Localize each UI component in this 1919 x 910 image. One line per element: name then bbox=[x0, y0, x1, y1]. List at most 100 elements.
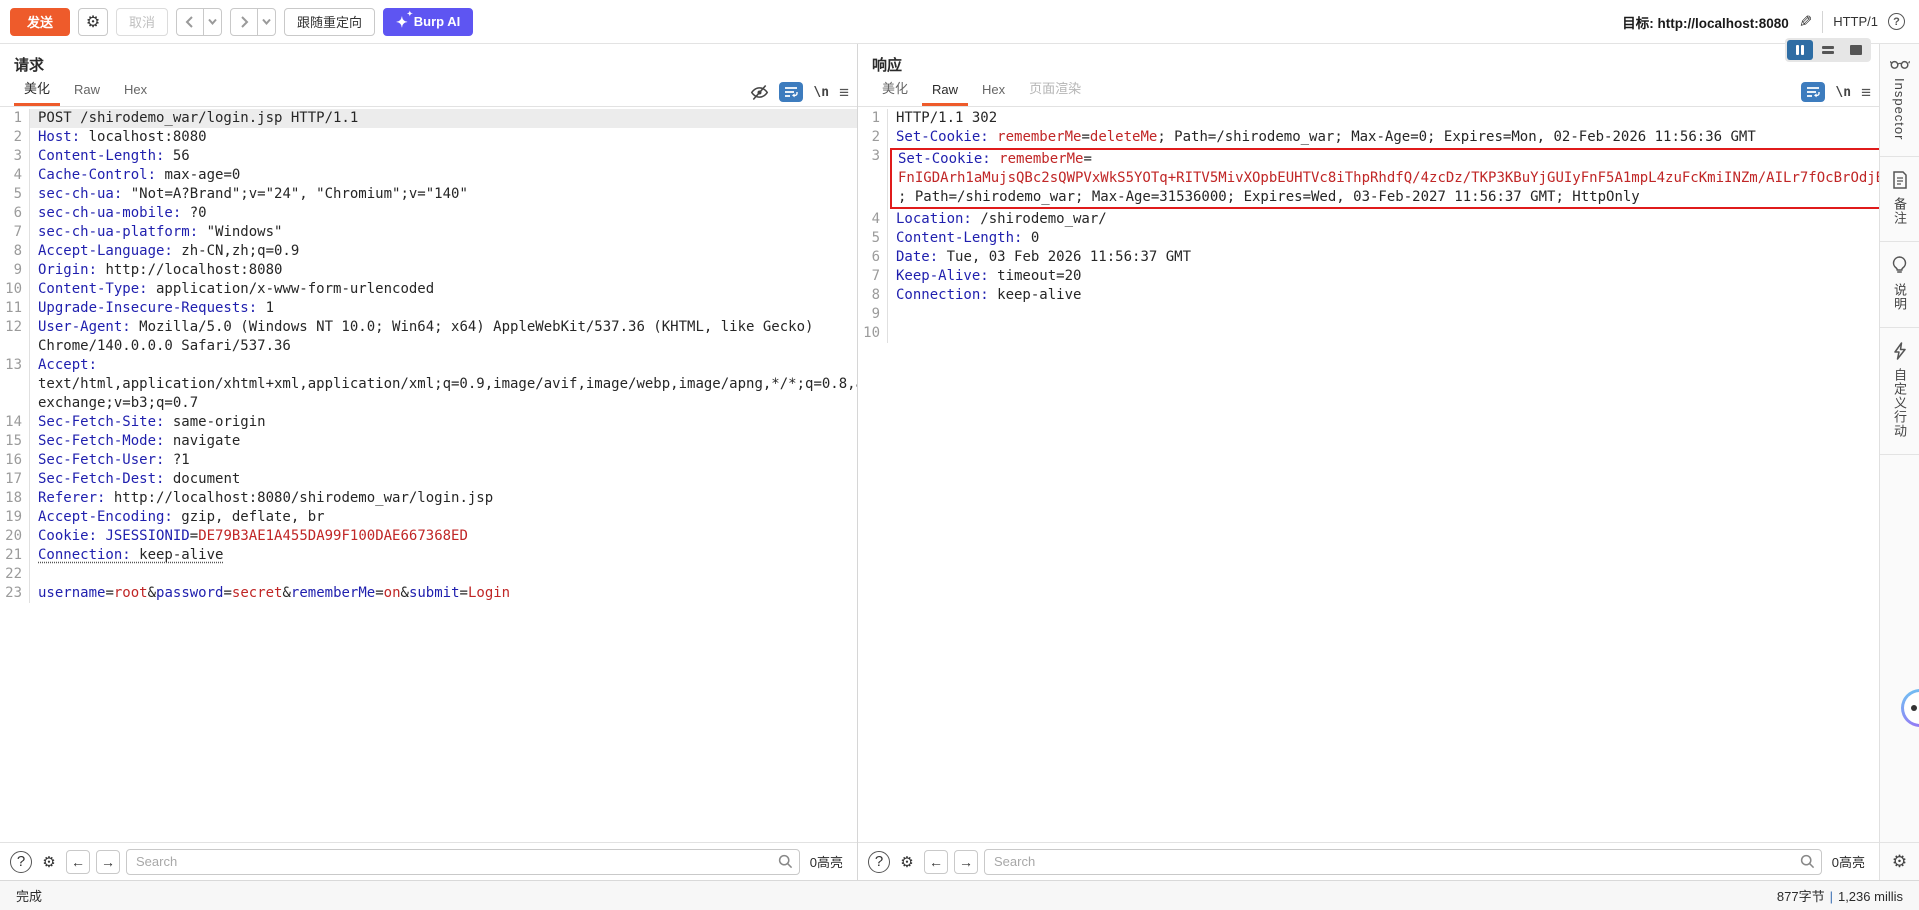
line-number: 18 bbox=[0, 489, 30, 508]
back-dropdown-button[interactable] bbox=[204, 8, 222, 36]
search-next-button[interactable]: → bbox=[96, 850, 120, 874]
code-line[interactable]: 10 bbox=[858, 324, 1879, 343]
code-line[interactable]: 4Location: /shirodemo_war/ bbox=[858, 210, 1879, 229]
toolbar-right: 目标: http://localhost:8080 ✎ HTTP/1 ? bbox=[1622, 11, 1905, 33]
request-editor[interactable]: 1POST /shirodemo_war/login.jsp HTTP/1.12… bbox=[0, 107, 857, 842]
response-editor[interactable]: 1HTTP/1.1 3022Set-Cookie: rememberMe=del… bbox=[858, 107, 1879, 842]
request-panel-title: 请求 bbox=[14, 57, 44, 74]
send-button[interactable]: 发送 bbox=[10, 8, 70, 36]
code-line[interactable]: 1HTTP/1.1 302 bbox=[858, 109, 1879, 128]
search-prev-button[interactable]: ← bbox=[924, 850, 948, 874]
response-panel-title: 响应 bbox=[872, 57, 902, 74]
rail-item-custom-actions[interactable]: 自定义行动 bbox=[1880, 328, 1919, 455]
bytes-count: 877字节 bbox=[1777, 889, 1825, 904]
chevron-down-icon bbox=[262, 18, 271, 25]
layout-rows-button[interactable] bbox=[1815, 40, 1841, 60]
search-next-button[interactable]: → bbox=[954, 850, 978, 874]
code-line[interactable]: 7Keep-Alive: timeout=20 bbox=[858, 267, 1879, 286]
code-line[interactable]: 5Content-Length: 0 bbox=[858, 229, 1879, 248]
hide-nonprintable-eye-slash-icon[interactable] bbox=[750, 84, 769, 101]
tab-render[interactable]: 页面渲染 bbox=[1019, 73, 1091, 106]
rail-settings-gear-icon[interactable]: ⚙ bbox=[1892, 852, 1907, 872]
layout-single-button[interactable] bbox=[1843, 40, 1869, 60]
gear-icon: ⚙ bbox=[86, 12, 100, 32]
editor-menu-icon[interactable]: ≡ bbox=[839, 84, 849, 101]
tab-raw[interactable]: Raw bbox=[64, 77, 110, 106]
rail-item-inspector[interactable]: Inspector bbox=[1880, 44, 1919, 157]
code-line[interactable]: 10Content-Type: application/x-www-form-u… bbox=[0, 280, 857, 299]
code-line[interactable]: 11Upgrade-Insecure-Requests: 1 bbox=[0, 299, 857, 318]
inspector-glasses-icon bbox=[1890, 58, 1910, 70]
code-line[interactable]: 8Accept-Language: zh-CN,zh;q=0.9 bbox=[0, 242, 857, 261]
code-line[interactable]: 12User-Agent: Mozilla/5.0 (Windows NT 10… bbox=[0, 318, 857, 356]
code-line[interactable]: 2Set-Cookie: rememberMe=deleteMe; Path=/… bbox=[858, 128, 1879, 147]
show-newlines-icon[interactable]: \n bbox=[1835, 85, 1851, 100]
code-line[interactable]: 23username=root&password=secret&remember… bbox=[0, 584, 857, 603]
tab-raw[interactable]: Raw bbox=[922, 77, 968, 106]
lightbulb-icon bbox=[1892, 256, 1907, 275]
burp-ai-button[interactable]: ✦✦ Burp AI bbox=[383, 8, 473, 36]
line-number: 8 bbox=[858, 286, 888, 305]
back-navgroup bbox=[176, 8, 222, 36]
code-line[interactable]: 13Accept: text/html,application/xhtml+xm… bbox=[0, 356, 857, 413]
send-settings-gear-button[interactable]: ⚙ bbox=[78, 8, 108, 36]
search-prev-button[interactable]: ← bbox=[66, 850, 90, 874]
search-settings-gear-icon[interactable]: ⚙ bbox=[38, 851, 60, 873]
code-line[interactable]: 16Sec-Fetch-User: ?1 bbox=[0, 451, 857, 470]
forward-button[interactable] bbox=[230, 8, 258, 36]
cancel-button[interactable]: 取消 bbox=[116, 8, 168, 36]
tab-hex[interactable]: Hex bbox=[972, 77, 1015, 106]
line-number: 23 bbox=[0, 584, 30, 603]
code-line[interactable]: 9Origin: http://localhost:8080 bbox=[0, 261, 857, 280]
response-tabbar: 美化 Raw Hex 页面渲染 \n ≡ bbox=[858, 77, 1879, 107]
tab-hex[interactable]: Hex bbox=[114, 77, 157, 106]
request-search-input[interactable] bbox=[126, 849, 800, 875]
line-number: 1 bbox=[0, 109, 30, 128]
code-line[interactable]: 6sec-ch-ua-mobile: ?0 bbox=[0, 204, 857, 223]
word-wrap-toggle-icon[interactable] bbox=[1801, 82, 1825, 102]
code-line[interactable]: 1POST /shirodemo_war/login.jsp HTTP/1.1 bbox=[0, 109, 857, 128]
tab-pretty[interactable]: 美化 bbox=[14, 73, 60, 106]
code-line[interactable]: 14Sec-Fetch-Site: same-origin bbox=[0, 413, 857, 432]
back-button[interactable] bbox=[176, 8, 204, 36]
chevron-right-icon bbox=[239, 16, 249, 28]
search-help-icon[interactable]: ? bbox=[868, 851, 890, 873]
code-line[interactable]: 6Date: Tue, 03 Feb 2026 11:56:37 GMT bbox=[858, 248, 1879, 267]
response-metrics: 877字节|1,236 millis bbox=[1777, 886, 1903, 905]
word-wrap-toggle-icon[interactable] bbox=[779, 82, 803, 102]
rail-item-notes[interactable]: 备注 bbox=[1880, 157, 1919, 242]
edit-target-pencil-icon[interactable]: ✎ bbox=[1799, 12, 1812, 32]
code-line[interactable]: 22 bbox=[0, 565, 857, 584]
tab-pretty[interactable]: 美化 bbox=[872, 73, 918, 106]
code-line[interactable]: 9 bbox=[858, 305, 1879, 324]
code-line[interactable]: 17Sec-Fetch-Dest: document bbox=[0, 470, 857, 489]
code-line[interactable]: 7sec-ch-ua-platform: "Windows" bbox=[0, 223, 857, 242]
code-line[interactable]: 8Connection: keep-alive bbox=[858, 286, 1879, 305]
code-line[interactable]: 21Connection: keep-alive bbox=[0, 546, 857, 565]
editor-menu-icon[interactable]: ≡ bbox=[1861, 84, 1871, 101]
follow-redirect-button[interactable]: 跟随重定向 bbox=[284, 8, 375, 36]
rail-item-docs[interactable]: 说明 bbox=[1880, 242, 1919, 328]
code-line[interactable]: 20Cookie: JSESSIONID=DE79B3AE1A455DA99F1… bbox=[0, 527, 857, 546]
forward-dropdown-button[interactable] bbox=[258, 8, 276, 36]
show-newlines-icon[interactable]: \n bbox=[813, 85, 829, 100]
pause-icon bbox=[1796, 45, 1799, 55]
layout-columns-button[interactable] bbox=[1787, 40, 1813, 60]
code-line[interactable]: 18Referer: http://localhost:8080/shirode… bbox=[0, 489, 857, 508]
code-line[interactable]: 5sec-ch-ua: "Not=A?Brand";v="24", "Chrom… bbox=[0, 185, 857, 204]
code-line[interactable]: 3Content-Length: 56 bbox=[0, 147, 857, 166]
line-number: 20 bbox=[0, 527, 30, 546]
code-line[interactable]: 2Host: localhost:8080 bbox=[0, 128, 857, 147]
search-help-icon[interactable]: ? bbox=[10, 851, 32, 873]
code-line[interactable]: 3Set-Cookie: rememberMe=FnIGDArh1aMujsQB… bbox=[858, 147, 1879, 210]
help-icon[interactable]: ? bbox=[1888, 13, 1905, 30]
target-value: http://localhost:8080 bbox=[1658, 16, 1789, 31]
burp-ai-floating-icon[interactable] bbox=[1901, 689, 1919, 727]
code-line[interactable]: 15Sec-Fetch-Mode: navigate bbox=[0, 432, 857, 451]
code-line[interactable]: 4Cache-Control: max-age=0 bbox=[0, 166, 857, 185]
response-searchbar: ? ⚙ ← → 0高亮 bbox=[858, 842, 1879, 880]
response-search-input[interactable] bbox=[984, 849, 1822, 875]
line-number: 14 bbox=[0, 413, 30, 432]
search-settings-gear-icon[interactable]: ⚙ bbox=[896, 851, 918, 873]
code-line[interactable]: 19Accept-Encoding: gzip, deflate, br bbox=[0, 508, 857, 527]
